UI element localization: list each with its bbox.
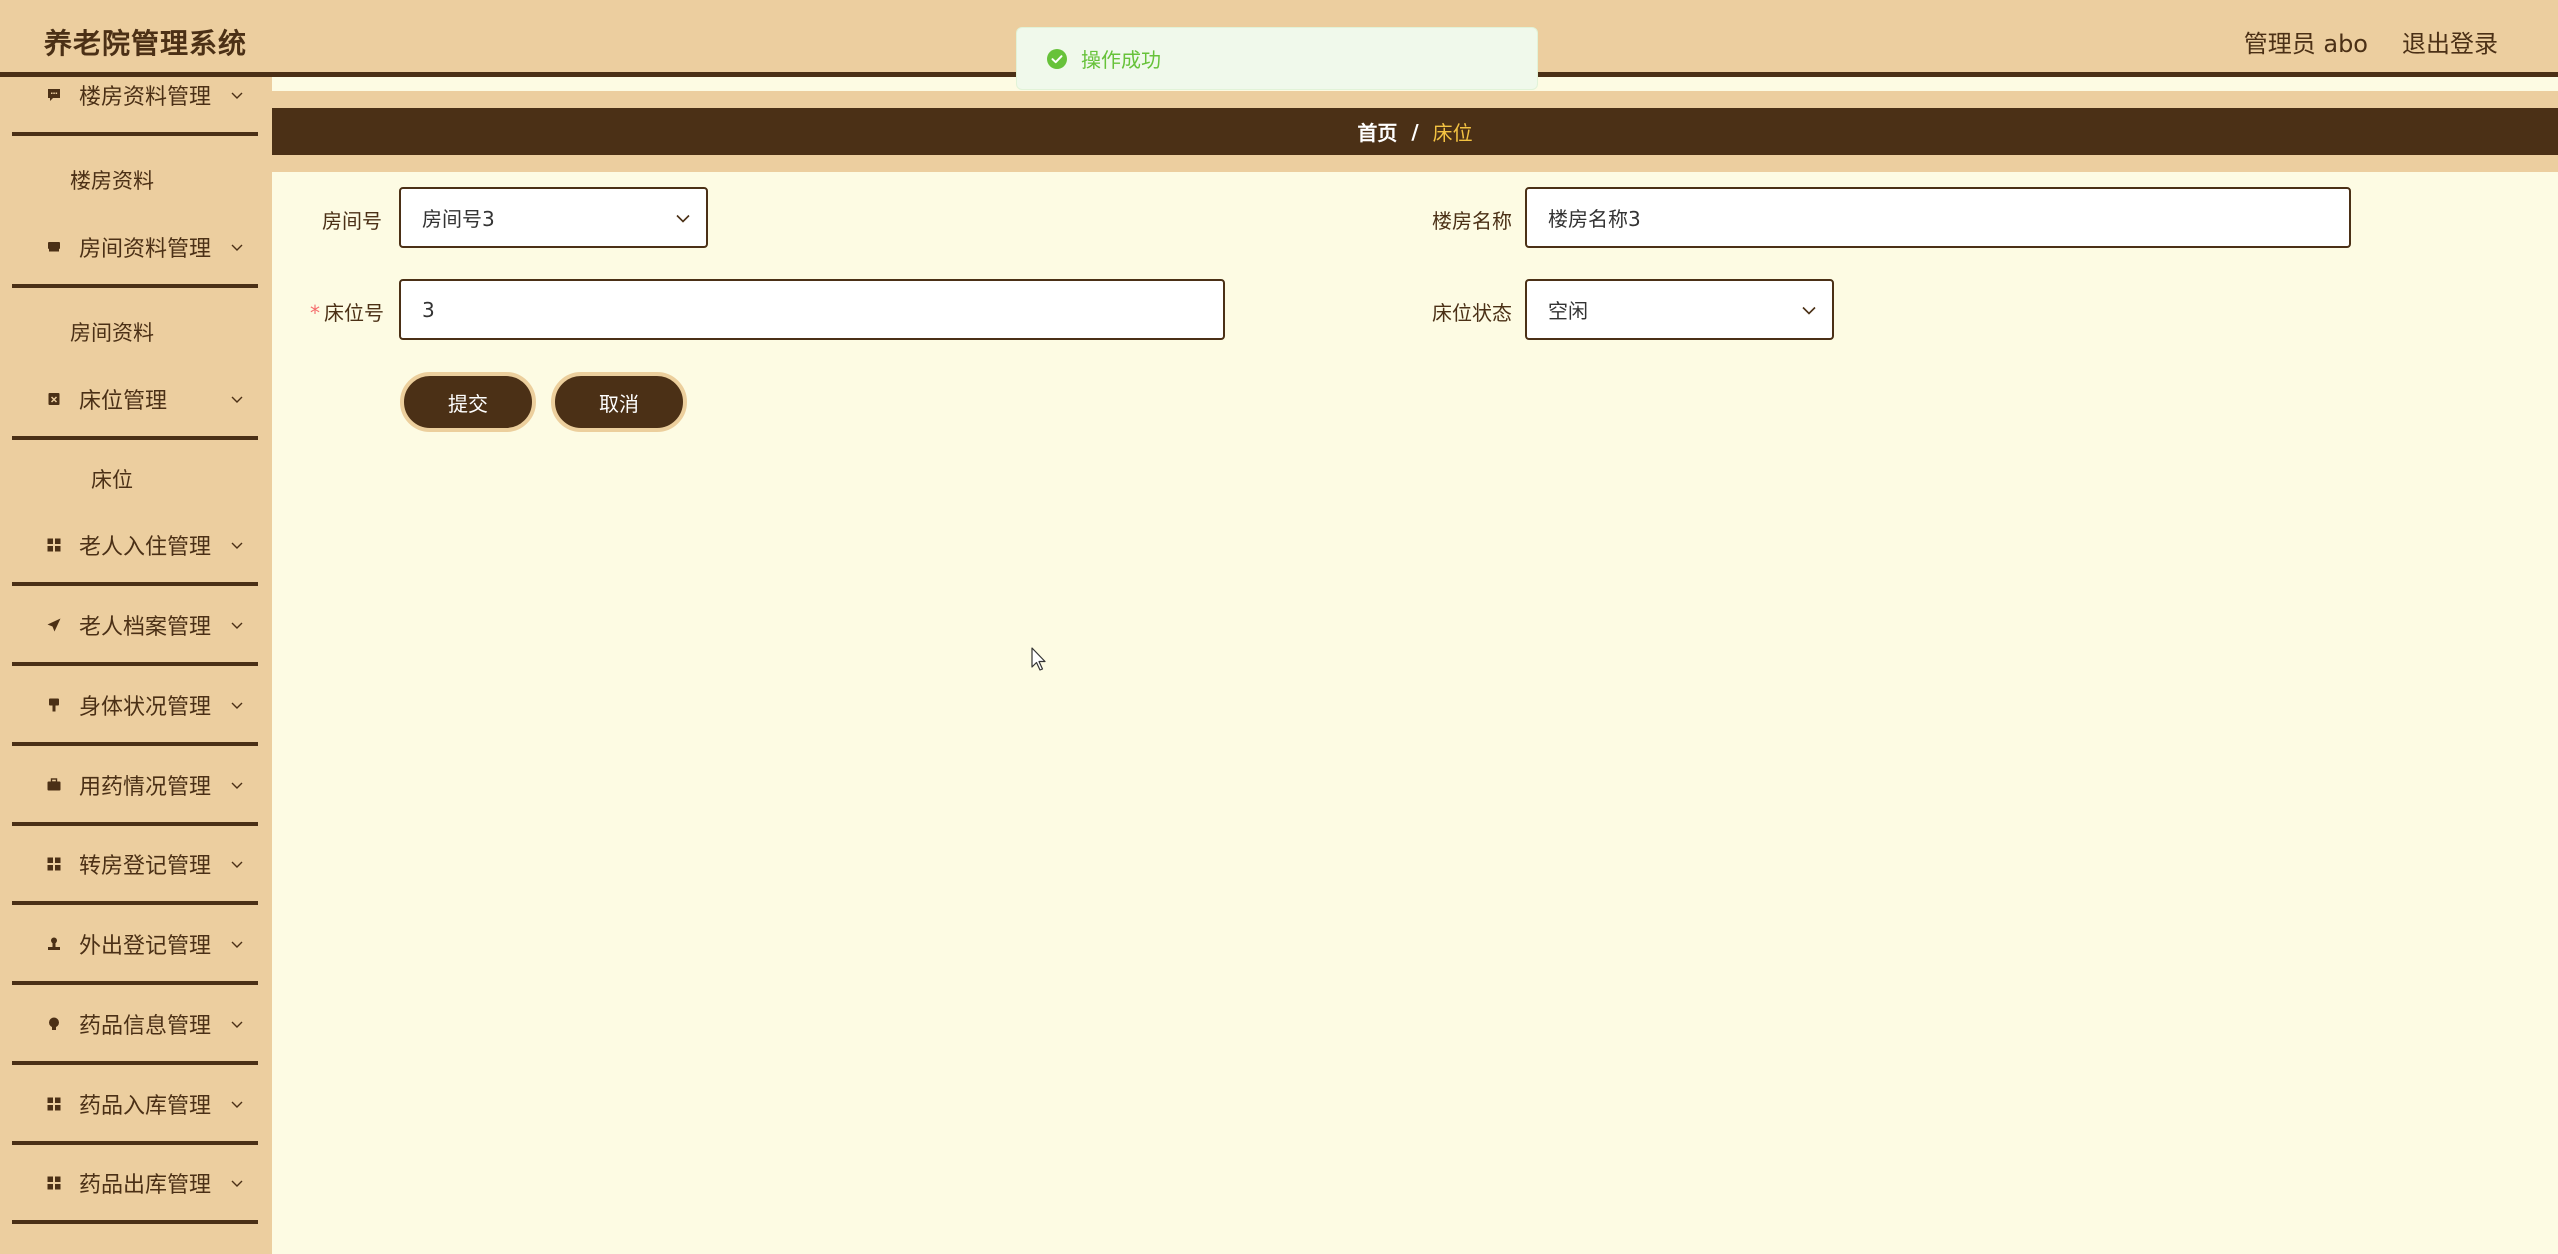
chevron-down-icon (1802, 306, 1816, 315)
chevron-down-icon (231, 244, 243, 251)
grid-icon (47, 1097, 61, 1111)
room-no-value: 房间号3 (422, 207, 495, 231)
breadcrumb-separator: / (1411, 119, 1419, 144)
calendar-x-icon (48, 393, 60, 405)
success-toast: 操作成功 (1016, 27, 1538, 90)
chevron-down-icon (231, 1180, 243, 1187)
room-no-select[interactable]: 房间号3 (399, 187, 708, 248)
menu-drug-info-management[interactable]: 药品信息管理 (12, 987, 258, 1065)
submit-button[interactable]: 提交 (400, 372, 536, 432)
brush-icon (49, 698, 59, 712)
menu-building-management[interactable]: 楼房资料管理 (12, 77, 258, 136)
bed-no-input[interactable]: 3 (399, 279, 1225, 340)
bed-status-value: 空闲 (1548, 299, 1588, 323)
menu-label: 老人档案管理 (79, 615, 212, 640)
breadcrumb-home[interactable]: 首页 (1357, 117, 1397, 146)
send-icon (47, 618, 61, 632)
chevron-down-icon (231, 1101, 243, 1108)
chat-icon (48, 89, 60, 101)
chevron-down-icon (231, 702, 243, 709)
user-area: 管理员 abo 退出登录 (2244, 24, 2498, 59)
bed-no-value: 3 (422, 297, 435, 322)
mouse-cursor-icon (1031, 647, 1046, 671)
sidebar-menu: 楼房资料管理 楼房资料 房间资料管理 房间资料 床位管理 床位 老人入住管理 老… (0, 77, 272, 1254)
menu-elder-checkin-management[interactable]: 老人入住管理 (12, 508, 258, 586)
menu-label: 楼房资料管理 (79, 85, 212, 110)
grid-icon (47, 1176, 61, 1190)
menu-label: 房间资料管理 (79, 237, 212, 262)
app-title: 养老院管理系统 (44, 27, 248, 60)
menu-label: 用药情况管理 (79, 775, 212, 800)
current-user-label: 管理员 abo (2243, 30, 2368, 58)
menu-label: 药品入库管理 (79, 1094, 212, 1119)
chevron-down-icon (231, 542, 243, 549)
room-no-label: 房间号 (322, 209, 382, 233)
menu-medication-management[interactable]: 用药情况管理 (12, 748, 258, 826)
submenu-building-info[interactable]: 楼房资料 (12, 150, 212, 210)
menu-label: 外出登记管理 (79, 934, 212, 959)
chevron-down-icon (231, 396, 243, 403)
menu-label: 身体状况管理 (79, 695, 212, 720)
menu-label: 转房登记管理 (79, 854, 212, 879)
bed-no-label: * 床位号 (310, 297, 384, 326)
menu-health-status-management[interactable]: 身体状况管理 (12, 668, 258, 746)
grid-icon (47, 857, 61, 871)
menu-label: 老人入住管理 (79, 535, 212, 560)
chevron-down-icon (231, 622, 243, 629)
menu-elder-archive-management[interactable]: 老人档案管理 (12, 588, 258, 666)
logout-link[interactable]: 退出登录 (2402, 24, 2498, 59)
stamp-icon (48, 937, 60, 950)
chevron-down-icon (231, 1021, 243, 1028)
menu-room-management[interactable]: 房间资料管理 (12, 210, 258, 288)
bed-status-label: 床位状态 (1432, 301, 1512, 325)
menu-label: 药品出库管理 (79, 1173, 212, 1198)
chevron-down-icon (231, 782, 243, 789)
required-mark: * (310, 301, 320, 325)
menu-label: 床位管理 (79, 389, 168, 414)
cancel-button[interactable]: 取消 (551, 372, 687, 432)
menu-room-transfer-management[interactable]: 转房登记管理 (12, 827, 258, 905)
bulb-icon (49, 1017, 59, 1030)
bed-icon (48, 242, 60, 252)
building-name-label: 楼房名称 (1432, 209, 1512, 233)
submenu-bed[interactable]: 床位 (12, 449, 212, 509)
briefcase-icon (47, 778, 61, 791)
chevron-down-icon (231, 861, 243, 868)
menu-bed-management[interactable]: 床位管理 (12, 362, 258, 440)
chevron-down-icon (676, 214, 690, 223)
building-name-value: 楼房名称3 (1548, 207, 1641, 231)
breadcrumb-current: 床位 (1432, 121, 1473, 145)
submenu-room-info[interactable]: 房间资料 (12, 302, 212, 362)
building-name-input[interactable]: 楼房名称3 (1525, 187, 2351, 248)
menu-outing-registration-management[interactable]: 外出登记管理 (12, 907, 258, 985)
breadcrumb: 首页 / 床位 (272, 108, 2558, 155)
breadcrumb-strip: 首页 / 床位 (272, 91, 2558, 172)
chevron-down-icon (231, 92, 243, 99)
chevron-down-icon (231, 941, 243, 948)
menu-drug-outbound-management[interactable]: 药品出库管理 (12, 1146, 258, 1224)
menu-label: 药品信息管理 (79, 1014, 212, 1039)
toast-message: 操作成功 (1081, 48, 1161, 72)
bed-status-select[interactable]: 空闲 (1525, 279, 1834, 340)
grid-icon (47, 538, 61, 552)
menu-drug-inbound-management[interactable]: 药品入库管理 (12, 1067, 258, 1145)
success-check-icon (1047, 48, 1067, 69)
bed-no-label-text: 床位号 (324, 301, 384, 325)
